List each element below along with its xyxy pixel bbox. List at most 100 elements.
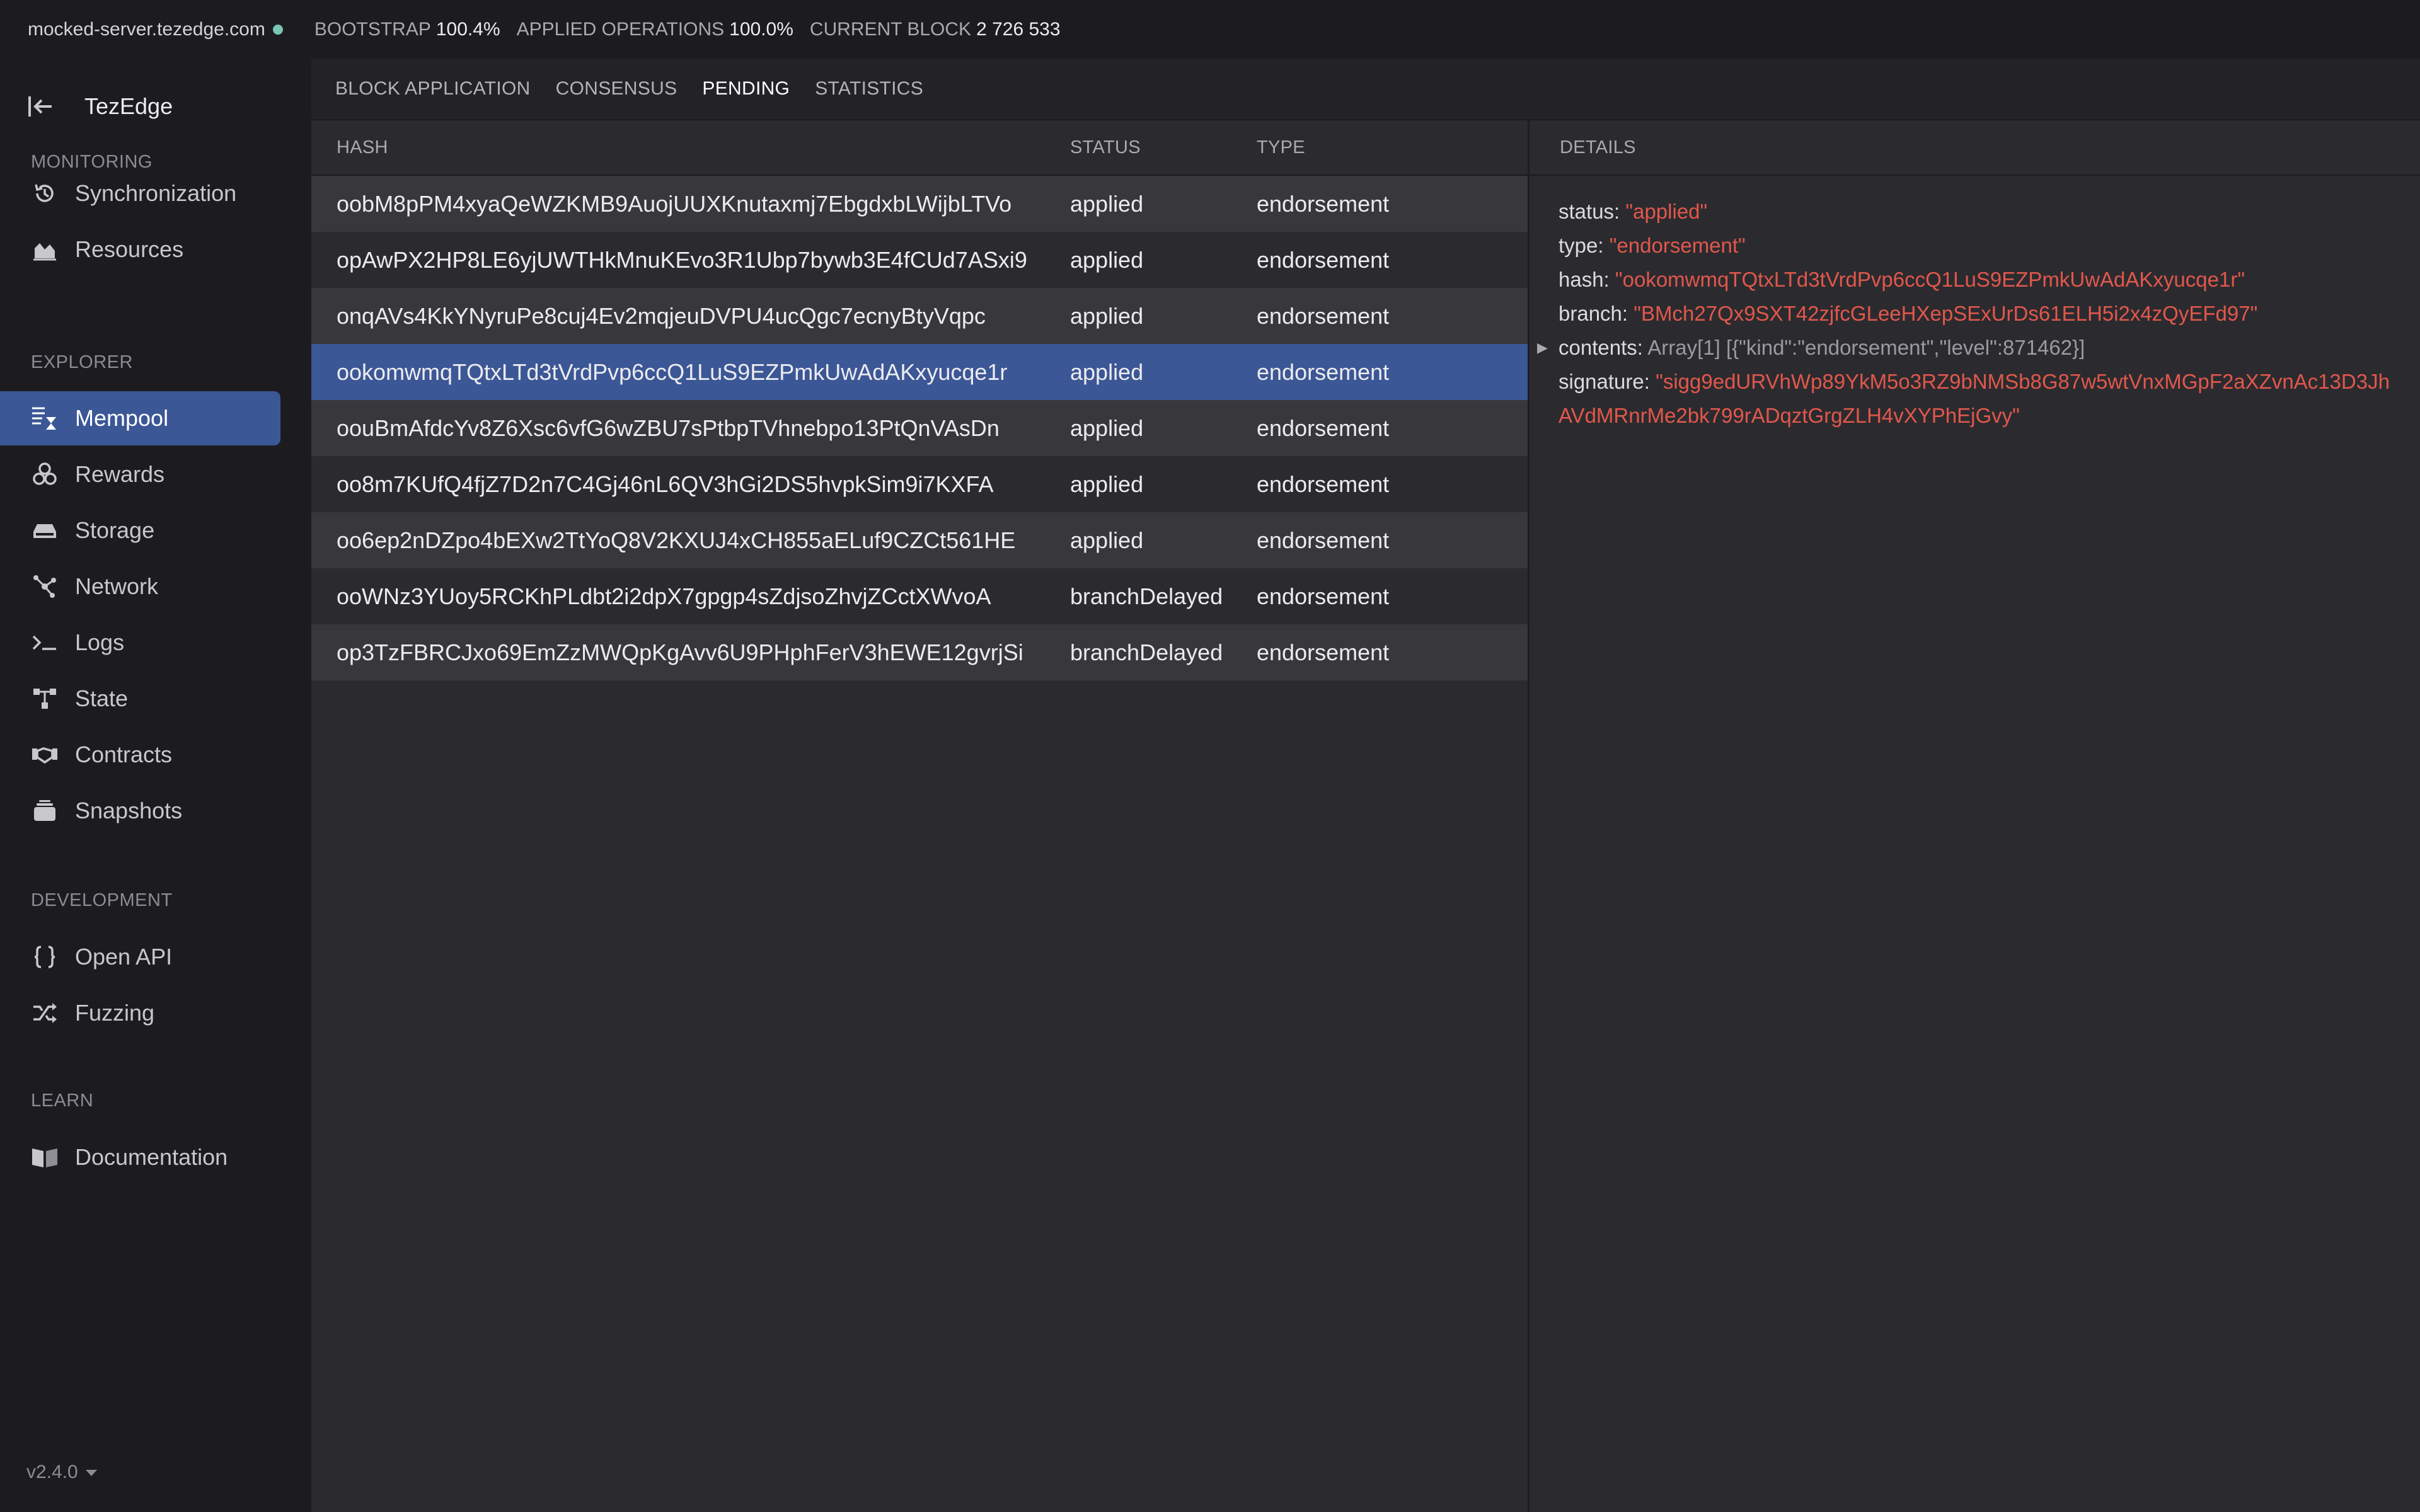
row-hash: op3TzFBRCJxo69EmZzMWQpKgAvv6U9PHphFerV3h… [337, 639, 1023, 665]
snapshot-icon [31, 797, 59, 825]
sidebar-item-contracts[interactable]: Contracts [0, 728, 280, 782]
table-row[interactable]: onqAVs4KkYNyruPe8cuj4Ev2mqjeuDVPU4ucQgc7… [311, 288, 1528, 344]
column-header-type[interactable]: TYPE [1257, 137, 1305, 158]
bootstrap-value: 100.4% [435, 18, 500, 40]
detail-value: "ookomwmqTQtxLTd3tVrdPvp6ccQ1LuS9EZPmkUw… [1615, 268, 2245, 291]
sidebar-item-documentation[interactable]: Documentation [0, 1130, 280, 1184]
braces-icon [31, 943, 59, 971]
sidebar-item-state[interactable]: State [0, 672, 280, 726]
sidebar-item-resources[interactable]: Resources [0, 222, 280, 277]
row-hash: oo6ep2nDZpo4bEXw2TtYoQ8V2KXUJ4xCH855aELu… [337, 527, 1016, 553]
table-row[interactable]: oobM8pPM4xyaQeWZKMB9AuojUUXKnutaxmj7Ebgd… [311, 176, 1528, 232]
details-panel: DETAILS status: "applied" type: "endorse… [1530, 120, 2420, 1512]
server-name[interactable]: mocked-server.tezedge.com [28, 19, 265, 40]
detail-status: status: "applied" [1559, 195, 2403, 229]
sidebar-item-label: Open API [75, 944, 173, 970]
sidebar-item-rewards[interactable]: Rewards [0, 447, 280, 501]
top-status-bar: mocked-server.tezedge.com BOOTSTRAP 100.4… [0, 0, 2420, 59]
row-hash: opAwPX2HP8LE6yjUWTHkMnuKEvo3R1Ubp7bywb3E… [337, 246, 1027, 273]
drive-icon [31, 517, 59, 544]
sidebar-item-network[interactable]: Network [0, 559, 280, 614]
detail-branch: branch: "BMch27Qx9SXT42zjfcGLeeHXepSExUr… [1559, 297, 2403, 331]
detail-contents[interactable]: ▶ contents: Array[1] [{"kind":"endorsemen… [1537, 331, 2403, 365]
detail-key: hash: [1559, 268, 1610, 291]
sidebar-item-label: Documentation [75, 1144, 228, 1170]
bootstrap-stat: BOOTSTRAP 100.4% [314, 19, 500, 40]
coins-icon [31, 461, 59, 488]
detail-value: "applied" [1625, 200, 1708, 223]
applied-operations-stat: APPLIED OPERATIONS 100.0% [517, 19, 793, 40]
row-type: endorsement [1257, 639, 1390, 665]
block-value: 2 726 533 [976, 18, 1061, 40]
sidebar-header: TezEdge [0, 81, 311, 132]
collapse-sidebar-icon[interactable] [26, 93, 54, 120]
row-status: branchDelayed [1070, 639, 1223, 665]
row-hash: ookomwmqTQtxLTd3tVrdPvp6ccQ1LuS9EZPmkUwA… [337, 358, 1008, 385]
table-row[interactable]: op3TzFBRCJxo69EmZzMWQpKgAvv6U9PHphFerV3h… [311, 624, 1528, 680]
mempool-tabs: BLOCK APPLICATION CONSENSUS PENDING STAT… [311, 59, 2420, 120]
detail-type: type: "endorsement" [1559, 229, 2403, 263]
row-status: applied [1070, 415, 1144, 441]
detail-value: "endorsement" [1609, 234, 1746, 257]
row-status: applied [1070, 358, 1144, 385]
tab-statistics[interactable]: STATISTICS [815, 78, 923, 100]
sidebar-item-open-api[interactable]: Open API [0, 930, 280, 984]
sidebar: TezEdge MONITORING Synchronization Resou… [0, 59, 311, 1512]
column-header-status[interactable]: STATUS [1070, 137, 1141, 158]
tab-pending[interactable]: PENDING [702, 78, 790, 100]
history-icon [31, 180, 59, 207]
table-row[interactable]: ooWNz3YUoy5RCKhPLdbt2i2dpX7gpgp4sZdjsoZh… [311, 568, 1528, 624]
section-development: DEVELOPMENT [31, 890, 173, 910]
row-type: endorsement [1257, 246, 1390, 273]
row-hash: oo8m7KUfQ4fjZ7D2n7C4Gj46nL6QV3hGi2DS5hvp… [337, 471, 994, 497]
app-name[interactable]: TezEdge [84, 93, 173, 120]
terminal-icon [31, 629, 59, 656]
tab-consensus[interactable]: CONSENSUS [556, 78, 677, 100]
sidebar-item-label: Resources [75, 236, 184, 262]
sidebar-item-snapshots[interactable]: Snapshots [0, 784, 280, 838]
row-status: applied [1070, 527, 1144, 553]
row-type: endorsement [1257, 190, 1390, 217]
detail-key: signature: [1559, 370, 1650, 393]
row-status: applied [1070, 471, 1144, 497]
table-row[interactable]: oo6ep2nDZpo4bEXw2TtYoQ8V2KXUJ4xCH855aELu… [311, 512, 1528, 568]
detail-hash: hash: "ookomwmqTQtxLTd3tVrdPvp6ccQ1LuS9E… [1559, 263, 2403, 297]
sidebar-item-label: Synchronization [75, 180, 237, 206]
tab-block-application[interactable]: BLOCK APPLICATION [335, 78, 531, 100]
sidebar-item-mempool[interactable]: Mempool [0, 391, 280, 445]
table-row[interactable]: opAwPX2HP8LE6yjUWTHkMnuKEvo3R1Ubp7bywb3E… [311, 232, 1528, 288]
block-label: CURRENT BLOCK [809, 18, 972, 40]
detail-value: Array[1] [{"kind":"endorsement","level":… [1647, 336, 2085, 359]
version-label: v2.4.0 [26, 1462, 78, 1482]
sidebar-item-fuzzing[interactable]: Fuzzing [0, 986, 280, 1040]
version-selector[interactable]: v2.4.0 [26, 1462, 97, 1483]
table-row-selected[interactable]: ookomwmqTQtxLTd3tVrdPvp6ccQ1LuS9EZPmkUwA… [311, 344, 1528, 400]
state-tree-icon [31, 685, 59, 713]
row-status: applied [1070, 190, 1144, 217]
applied-label: APPLIED OPERATIONS [516, 18, 725, 40]
sidebar-item-logs[interactable]: Logs [0, 616, 280, 670]
row-type: endorsement [1257, 583, 1390, 609]
expand-triangle-icon[interactable]: ▶ [1537, 331, 1548, 365]
book-icon [31, 1143, 59, 1171]
table-row[interactable]: oouBmAfdcYv8Z6Xsc6vfG6wZBU7sPtbpTVhnebpo… [311, 400, 1528, 456]
sidebar-item-storage[interactable]: Storage [0, 503, 280, 558]
detail-value: "sigg9edURVhWp89YkM5o3RZ9bNMSb8G87w5wtVn… [1559, 370, 2390, 427]
sidebar-item-synchronization[interactable]: Synchronization [0, 166, 280, 220]
table-body: oobM8pPM4xyaQeWZKMB9AuojUUXKnutaxmj7Ebgd… [311, 176, 1528, 680]
row-hash: ooWNz3YUoy5RCKhPLdbt2i2dpX7gpgp4sZdjsoZh… [337, 583, 991, 609]
column-header-hash[interactable]: HASH [337, 137, 388, 158]
row-type: endorsement [1257, 527, 1390, 553]
row-type: endorsement [1257, 415, 1390, 441]
row-status: applied [1070, 246, 1144, 273]
sidebar-item-label: Storage [75, 517, 155, 543]
row-status: branchDelayed [1070, 583, 1223, 609]
connection-status-dot [272, 24, 283, 35]
sidebar-item-label: State [75, 685, 129, 711]
table-row[interactable]: oo8m7KUfQ4fjZ7D2n7C4Gj46nL6QV3hGi2DS5hvp… [311, 456, 1528, 512]
section-explorer: EXPLORER [31, 352, 133, 372]
applied-value: 100.0% [729, 18, 793, 40]
mempool-icon [31, 404, 59, 432]
table-header: HASH STATUS TYPE [311, 120, 1528, 176]
sidebar-item-label: Snapshots [75, 798, 183, 823]
